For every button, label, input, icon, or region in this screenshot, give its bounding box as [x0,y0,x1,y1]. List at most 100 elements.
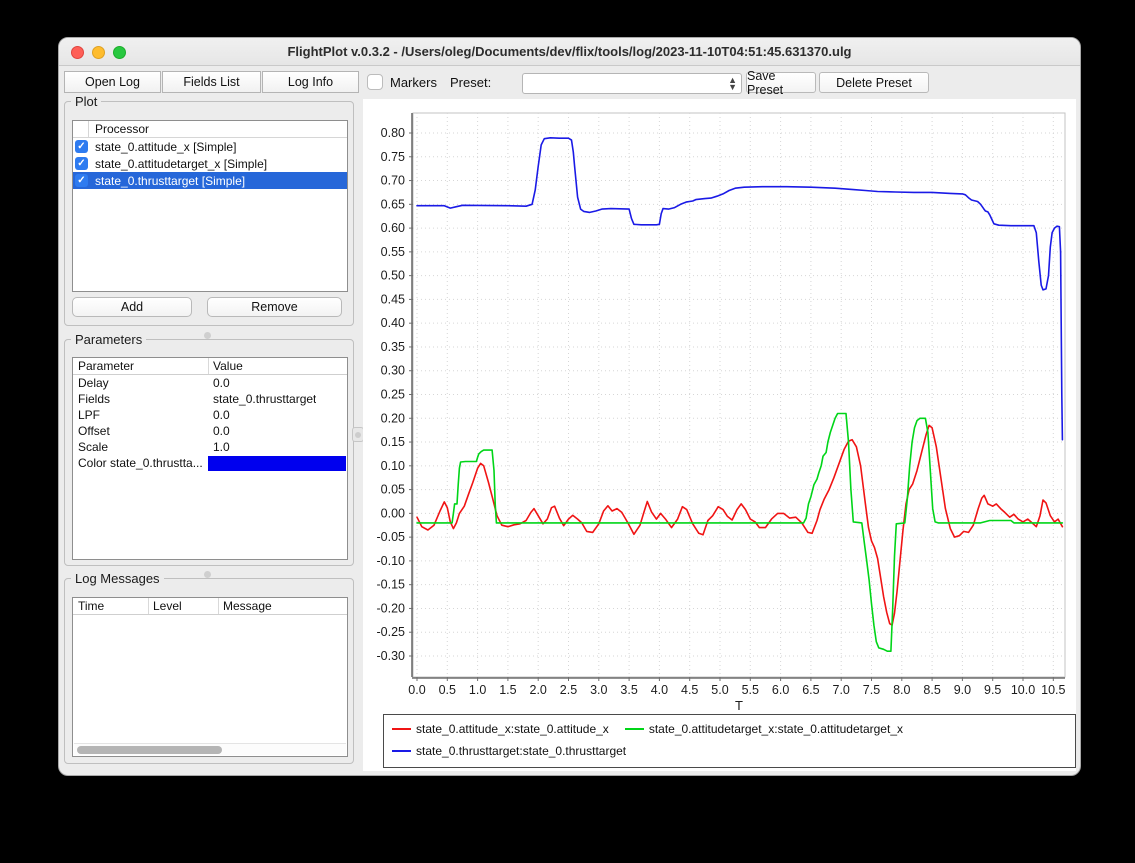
svg-text:0.45: 0.45 [381,292,405,306]
legend-item: state_0.attitudetarget_x:state_0.attitud… [625,721,903,737]
parameter-row[interactable]: Fieldsstate_0.thrusttarget [73,391,347,407]
parameter-value-cell[interactable]: state_0.thrusttarget [208,392,316,406]
message-column-header: Message [218,599,272,613]
parameter-value-cell[interactable]: 0.0 [208,376,230,390]
minimize-window-button[interactable] [92,46,105,59]
parameters-group: Parameters Parameter Value Delay0.0Field… [64,339,354,566]
traffic-lights [71,46,126,59]
remove-button[interactable]: Remove [207,297,342,317]
close-window-button[interactable] [71,46,84,59]
parameter-row[interactable]: Scale1.0 [73,439,347,455]
preset-combobox[interactable]: ▲▼ [522,73,742,94]
plot-list-item[interactable]: ✓ state_0.attitude_x [Simple] [73,138,347,155]
svg-text:0.10: 0.10 [381,459,405,473]
parameter-row[interactable]: Offset0.0 [73,423,347,439]
svg-text:2.5: 2.5 [560,683,577,697]
svg-text:9.0: 9.0 [954,683,971,697]
combo-stepper-icon[interactable]: ▲▼ [728,77,737,91]
flight-plot-chart[interactable]: -0.30-0.25-0.20-0.15-0.10-0.050.000.050.… [363,101,1076,717]
svg-text:0.15: 0.15 [381,435,405,449]
log-info-button[interactable]: Log Info [262,71,359,93]
zoom-window-button[interactable] [113,46,126,59]
parameters-table[interactable]: Parameter Value Delay0.0Fieldsstate_0.th… [72,357,348,560]
processor-list[interactable]: Processor ✓ state_0.attitude_x [Simple] ✓ s… [72,120,348,292]
open-log-button[interactable]: Open Log [64,71,161,93]
plot-item-label: state_0.attitude_x [Simple] [95,140,236,154]
processor-list-header: Processor [73,121,347,138]
svg-text:2.0: 2.0 [530,683,547,697]
legend-line-swatch [392,750,411,752]
svg-text:8.5: 8.5 [923,683,940,697]
plot-list-item[interactable]: ✓ state_0.attitudetarget_x [Simple] [73,155,347,172]
svg-text:3.5: 3.5 [620,683,637,697]
horizontal-scrollbar[interactable] [74,743,346,755]
legend-line-swatch [625,728,644,730]
title-bar[interactable]: FlightPlot v.0.3.2 - /Users/oleg/Documen… [59,38,1080,66]
level-column-header: Level [148,599,218,613]
log-messages-group: Log Messages Time Level Message [64,578,354,764]
parameter-row[interactable]: Delay0.0 [73,375,347,391]
svg-text:5.0: 5.0 [711,683,728,697]
log-messages-table-header: Time Level Message [73,598,347,615]
svg-text:1.5: 1.5 [499,683,516,697]
color-swatch[interactable] [208,456,346,471]
splitter-handle[interactable] [204,332,211,339]
parameters-group-title: Parameters [71,332,146,347]
svg-text:-0.10: -0.10 [377,554,406,568]
item-checkbox[interactable]: ✓ [75,140,88,153]
svg-text:5.5: 5.5 [742,683,759,697]
legend-label: state_0.attitudetarget_x:state_0.attitud… [649,722,903,736]
svg-text:0.60: 0.60 [381,221,405,235]
window-title: FlightPlot v.0.3.2 - /Users/oleg/Documen… [59,44,1080,59]
scrollbar-thumb[interactable] [77,746,222,754]
preset-label: Preset: [450,75,491,90]
parameter-value-cell[interactable]: 1.0 [208,440,230,454]
svg-text:0.35: 0.35 [381,340,405,354]
legend-line-swatch [392,728,411,730]
svg-text:8.0: 8.0 [893,683,910,697]
parameter-name-cell: Offset [73,424,208,438]
parameter-name-cell: Fields [73,392,208,406]
markers-label: Markers [390,75,437,90]
log-messages-group-title: Log Messages [71,571,164,586]
item-checkbox[interactable]: ✓ [75,157,88,170]
svg-text:-0.05: -0.05 [377,530,406,544]
column-separator [88,121,89,137]
svg-text:9.5: 9.5 [984,683,1001,697]
log-messages-table[interactable]: Time Level Message [72,597,348,757]
svg-text:4.0: 4.0 [651,683,668,697]
flightplot-window: FlightPlot v.0.3.2 - /Users/oleg/Documen… [58,37,1081,776]
parameter-row[interactable]: LPF0.0 [73,407,347,423]
svg-text:0.25: 0.25 [381,387,405,401]
svg-text:7.5: 7.5 [863,683,880,697]
parameter-name-cell: Delay [73,376,208,390]
svg-text:-0.20: -0.20 [377,601,406,615]
save-preset-button[interactable]: Save Preset [746,72,816,93]
x-axis-title: T [735,698,743,713]
fields-list-button[interactable]: Fields List [162,71,261,93]
svg-text:0.05: 0.05 [381,483,405,497]
svg-text:0.65: 0.65 [381,197,405,211]
parameter-value-cell[interactable]: 0.0 [208,424,230,438]
plot-area[interactable] [413,113,1065,677]
time-column-header: Time [73,599,148,613]
plot-list-item[interactable]: ✓ state_0.thrusttarget [Simple] [73,172,347,189]
add-button[interactable]: Add [72,297,192,317]
column-separator [218,598,219,614]
svg-text:1.0: 1.0 [469,683,486,697]
parameter-row[interactable]: Color state_0.thrustta... [73,455,347,471]
svg-text:0.40: 0.40 [381,316,405,330]
markers-checkbox[interactable] [367,74,383,90]
svg-text:10.5: 10.5 [1041,683,1065,697]
plot-item-label: state_0.attitudetarget_x [Simple] [95,157,267,171]
item-checkbox[interactable]: ✓ [75,174,88,187]
svg-text:10.0: 10.0 [1011,683,1035,697]
svg-text:0.75: 0.75 [381,150,405,164]
splitter-handle[interactable] [204,571,211,578]
delete-preset-button[interactable]: Delete Preset [819,72,929,93]
svg-text:0.80: 0.80 [381,126,405,140]
svg-text:-0.25: -0.25 [377,625,406,639]
plot-item-label: state_0.thrusttarget [Simple] [95,174,245,188]
svg-text:0.70: 0.70 [381,174,405,188]
parameter-value-cell[interactable]: 0.0 [208,408,230,422]
